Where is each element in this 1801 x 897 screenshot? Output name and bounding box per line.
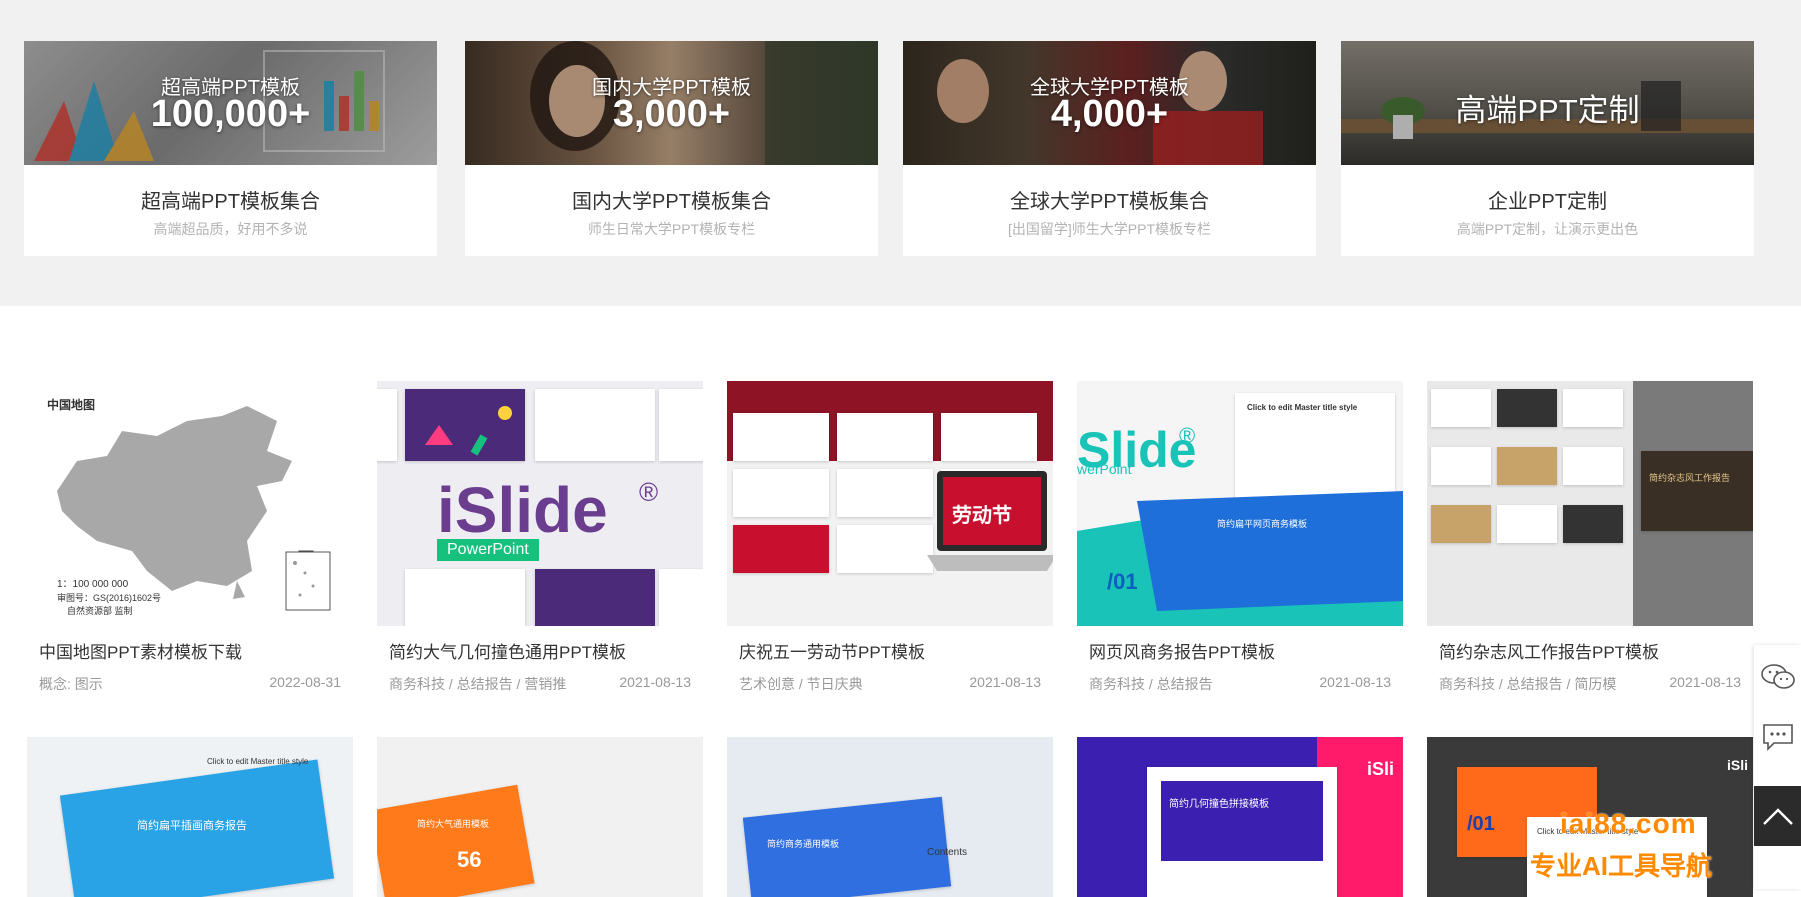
feature-card-global-university[interactable]: 全球大学PPT模板 4,000+ 全球大学PPT模板集合 [出国留学]师生大学P…	[903, 41, 1316, 256]
feature-title: 超高端PPT模板集合	[141, 191, 320, 213]
laptop-icon	[927, 471, 1053, 571]
china-map-icon	[57, 406, 314, 601]
template-tags[interactable]: 概念: 图示	[39, 674, 103, 694]
feature-subtitle: 师生日常大学PPT模板专栏	[587, 221, 756, 237]
geometric-shapes-icon	[425, 406, 512, 456]
template-card[interactable]: 劳动节 庆祝五一劳动节PPT模板 艺术创意 / 节日庆典 2021-08-13	[727, 381, 1053, 692]
map-review-number: 审图号：GS(2016)1602号	[57, 593, 162, 603]
template-card[interactable]: 中国地图 1：100 000 000 审图号：GS(2016)1602号 自然资…	[27, 381, 353, 692]
powerpoint-label: PowerPoint	[437, 539, 539, 561]
back-to-top-button[interactable]	[1754, 786, 1801, 846]
feature-banner-title: 高端PPT定制	[1455, 93, 1640, 128]
template-thumbnail[interactable]: 劳动节	[727, 381, 1053, 626]
slide-number: 56	[457, 847, 482, 872]
feature-banner-count: 3,000+	[612, 93, 731, 135]
template-card[interactable]: 简约杂志风工作报告 简约杂志风工作报告PPT模板 商务科技 / 总结报告 / 简…	[1427, 381, 1753, 692]
template-title[interactable]: 中国地图PPT素材模板下载	[39, 638, 341, 663]
template-title[interactable]: 庆祝五一劳动节PPT模板	[739, 638, 1041, 663]
feature-title: 全球大学PPT模板集合	[1010, 191, 1209, 213]
template-thumbnail[interactable]: 简约几何撞色拼接模板 iSli	[1077, 737, 1403, 897]
feature-title: 国内大学PPT模板集合	[572, 191, 771, 213]
slide-title: Click to edit Master title style	[1247, 403, 1358, 412]
template-card[interactable]: 简约商务通用模板 Contents	[727, 737, 1053, 897]
map-maker: 自然资源部 监制	[67, 606, 133, 616]
powerpoint-label: werPoint	[1077, 461, 1132, 477]
message-button[interactable]	[1754, 707, 1801, 765]
islide-brand: iSli	[1727, 757, 1749, 773]
feature-title: 企业PPT定制	[1488, 191, 1607, 213]
feature-banner: 国内大学PPT模板 3,000+	[465, 41, 878, 165]
watermark-slogan: 专业AI工具导航	[1530, 851, 1713, 881]
template-tags[interactable]: 商务科技 / 总结报告	[1089, 674, 1213, 694]
template-date: 2021-08-13	[1319, 674, 1391, 690]
feature-banner: 超高端PPT模板 100,000+	[24, 41, 437, 165]
template-card[interactable]: 56 简约大气通用模板	[377, 737, 703, 897]
wechat-icon	[1760, 664, 1795, 689]
feature-card-custom-ppt[interactable]: 高端PPT定制 企业PPT定制 高端PPT定制，让演示更出色	[1341, 41, 1754, 256]
slide-cn-title: 简约大气通用模板	[417, 819, 490, 829]
template-thumbnail[interactable]: iSlide ® PowerPoint	[377, 381, 703, 626]
template-tags[interactable]: 商务科技 / 总结报告 / 简历模	[1439, 674, 1616, 694]
slide-cn-title: 简约几何撞色拼接模板	[1169, 799, 1269, 810]
slide-cn-title: 简约扁平插画商务报告	[137, 820, 247, 832]
template-card[interactable]: 简约几何撞色拼接模板 iSli	[1077, 737, 1403, 897]
template-title[interactable]: 网页风商务报告PPT模板	[1089, 638, 1391, 663]
slide-cn-title: 简约扁平网页商务模板	[1217, 519, 1308, 529]
template-thumbnail[interactable]: 56 简约大气通用模板	[377, 737, 703, 897]
slide-cn-title: 简约商务通用模板	[767, 839, 840, 849]
template-date: 2021-08-13	[1669, 674, 1741, 690]
template-title[interactable]: 简约杂志风工作报告PPT模板	[1439, 638, 1741, 663]
south-sea-inset-icon	[285, 551, 331, 611]
section-number: /01	[1107, 569, 1138, 594]
feature-banner-count: 100,000+	[150, 93, 311, 135]
template-card[interactable]: iSlide ® PowerPoint 简约大气几何撞色通用PPT模板 商务科技…	[377, 381, 703, 692]
feature-subtitle: [出国留学]师生大学PPT模板专栏	[1007, 221, 1211, 237]
template-thumbnail[interactable]: 中国地图 1：100 000 000 审图号：GS(2016)1602号 自然资…	[27, 381, 353, 626]
template-thumbnail[interactable]: 简约杂志风工作报告	[1427, 381, 1753, 626]
template-thumbnail[interactable]: Slide ® werPoint Click to edit Master ti…	[1077, 381, 1403, 626]
feature-card-premium[interactable]: 超高端PPT模板 100,000+ 超高端PPT模板集合 高端超品质，好用不多说	[24, 41, 437, 256]
template-tags[interactable]: 商务科技 / 总结报告 / 营销推	[389, 674, 566, 694]
template-tags[interactable]: 艺术创意 / 节日庆典	[739, 674, 863, 694]
floating-sidebar	[1754, 645, 1801, 889]
wechat-button[interactable]	[1754, 647, 1801, 705]
contents-label: Contents	[927, 847, 968, 858]
template-date: 2021-08-13	[969, 674, 1041, 690]
islide-brand: iSlide	[437, 474, 608, 546]
slide-title: Click to edit Master title style	[207, 757, 309, 766]
template-thumbnail[interactable]: 简约商务通用模板 Contents	[727, 737, 1053, 897]
template-card[interactable]: Slide ® werPoint Click to edit Master ti…	[1077, 381, 1403, 692]
chevron-up-icon	[1762, 808, 1793, 825]
template-title[interactable]: 简约大气几何撞色通用PPT模板	[389, 638, 691, 663]
feature-banner-count: 4,000+	[1050, 93, 1169, 135]
feature-subtitle: 高端PPT定制，让演示更出色	[1456, 221, 1639, 237]
feature-subtitle: 高端超品质，好用不多说	[153, 221, 308, 237]
registered-mark: ®	[639, 477, 659, 507]
watermark-site: iai88.com	[1560, 808, 1697, 839]
islide-brand: iSli	[1367, 759, 1395, 779]
feature-card-domestic-university[interactable]: 国内大学PPT模板 3,000+ 国内大学PPT模板集合 师生日常大学PPT模板…	[465, 41, 878, 256]
teal-shape-icon	[1077, 491, 1403, 626]
template-date: 2022-08-31	[269, 674, 341, 690]
template-thumbnail[interactable]: 简约扁平插画商务报告 Click to edit Master title st…	[27, 737, 353, 897]
chat-bubble-icon	[1762, 724, 1793, 751]
feature-banner: 全球大学PPT模板 4,000+	[903, 41, 1316, 165]
template-card[interactable]: 简约扁平插画商务报告 Click to edit Master title st…	[27, 737, 353, 897]
map-scale: 1：100 000 000	[57, 579, 129, 590]
laptop-screen-text: 劳动节	[952, 505, 1012, 527]
slide-label: 简约杂志风工作报告	[1649, 473, 1731, 483]
section-number: /01	[1467, 813, 1495, 835]
template-date: 2021-08-13	[619, 674, 691, 690]
registered-mark: ®	[1179, 423, 1196, 448]
feature-banner: 高端PPT定制	[1341, 41, 1754, 165]
